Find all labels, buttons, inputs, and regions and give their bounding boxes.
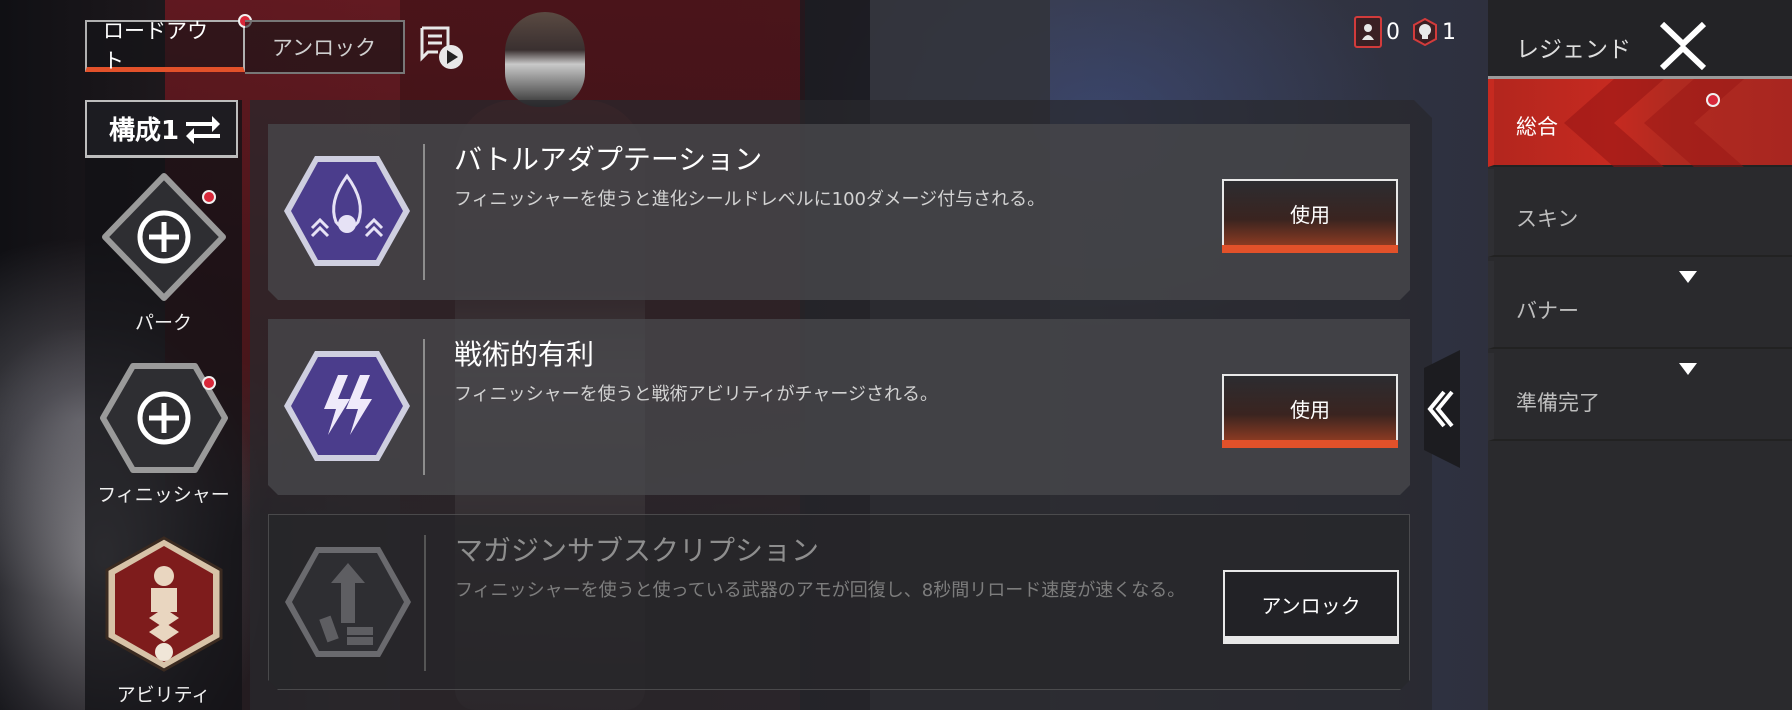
- card-divider: [423, 339, 425, 475]
- legend-token-value: 0: [1386, 19, 1400, 45]
- equip-button[interactable]: 使用: [1222, 374, 1398, 440]
- sidebar-title: レジェンド: [1516, 37, 1631, 63]
- loadout-name: 構成1: [109, 116, 180, 146]
- sidebar-item-banner[interactable]: バナー: [1488, 261, 1792, 349]
- notification-dot: [202, 376, 216, 390]
- slot-finisher-label: フィニッシャー: [97, 484, 230, 506]
- sidebar-item-overview[interactable]: 総合: [1488, 79, 1792, 167]
- slot-finisher[interactable]: フィニッシャー: [85, 362, 242, 507]
- sidebar-item-label: スキン: [1516, 207, 1579, 231]
- battle-adaptation-icon: [280, 152, 414, 270]
- slot-perk-label: パーク: [134, 312, 192, 334]
- perk-description: フィニッシャーを使うと進化シールドレベルに100ダメージ付与される。: [454, 189, 1046, 210]
- tab-loadout[interactable]: ロードアウト: [85, 14, 252, 73]
- notification-dot: [202, 190, 216, 204]
- perk-title: 戦術的有利: [454, 338, 595, 371]
- perk-card-locked[interactable]: マガジンサブスクリプション フィニッシャーを使うと使っている武器のアモが回復し、…: [268, 514, 1410, 690]
- equip-button[interactable]: 使用: [1222, 179, 1398, 245]
- currency-counters: 0 1: [1354, 16, 1456, 48]
- sidebar-header: レジェンド: [1488, 0, 1792, 79]
- tactical-advantage-icon: [280, 347, 414, 465]
- card-divider: [424, 535, 426, 671]
- sidebar-item-skins[interactable]: スキン: [1488, 169, 1792, 257]
- loadout-column: 構成1 パーク フィニッシャー アビリティ: [85, 100, 242, 710]
- tab-loadout-label: ロードアウト: [103, 18, 208, 73]
- skull-badge-counter: 1: [1412, 18, 1456, 46]
- chevron-down-icon: [1679, 363, 1697, 375]
- skull-badge-icon: [1412, 18, 1438, 46]
- top-tabs: ロードアウト アンロック: [85, 14, 405, 74]
- perk-card[interactable]: 戦術的有利 フィニッシャーを使うと戦術アビリティがチャージされる。 使用: [268, 319, 1410, 495]
- tab-unlock[interactable]: アンロック: [245, 20, 405, 74]
- sidebar-item-ready[interactable]: 準備完了: [1488, 353, 1792, 441]
- perk-card[interactable]: バトルアダプテーション フィニッシャーを使うと進化シールドレベルに100ダメージ…: [268, 124, 1410, 300]
- double-chevron-left-icon: [1427, 390, 1454, 428]
- legend-token-counter: 0: [1354, 16, 1400, 48]
- legend-sidebar: レジェンド 総合 スキン バナー 準備完了: [1488, 0, 1792, 710]
- sidebar-item-label: バナー: [1516, 299, 1579, 323]
- swap-arrows-icon: [186, 115, 220, 144]
- chevron-down-icon: [1679, 271, 1697, 283]
- sidebar-item-label: 総合: [1516, 115, 1558, 139]
- notification-dot: [1706, 93, 1720, 107]
- ability-badge-icon: [105, 536, 222, 672]
- card-divider: [423, 144, 425, 280]
- slot-perk[interactable]: パーク: [85, 172, 242, 335]
- perk-title: マガジンサブスクリプション: [455, 534, 820, 567]
- legend-character-head: [505, 12, 585, 107]
- slot-ability-label: アビリティ: [116, 684, 211, 706]
- perk-description: フィニッシャーを使うと使っている武器のアモが回復し、8秒間リロード速度が速くなる…: [455, 580, 1186, 601]
- unlock-button[interactable]: アンロック: [1223, 570, 1399, 636]
- legend-token-icon: [1354, 16, 1382, 48]
- close-x-icon[interactable]: [1658, 22, 1708, 70]
- playlist-play-icon[interactable]: [418, 24, 466, 72]
- loadout-selector[interactable]: 構成1: [85, 100, 238, 158]
- sidebar-item-label: 準備完了: [1516, 391, 1600, 415]
- perk-description: フィニッシャーを使うと戦術アビリティがチャージされる。: [454, 384, 939, 405]
- skull-badge-value: 1: [1442, 19, 1456, 45]
- tab-unlock-label: アンロック: [271, 36, 377, 60]
- perk-title: バトルアダプテーション: [454, 143, 763, 176]
- slot-ability[interactable]: アビリティ: [85, 534, 242, 707]
- magazine-subscription-icon: [281, 543, 415, 661]
